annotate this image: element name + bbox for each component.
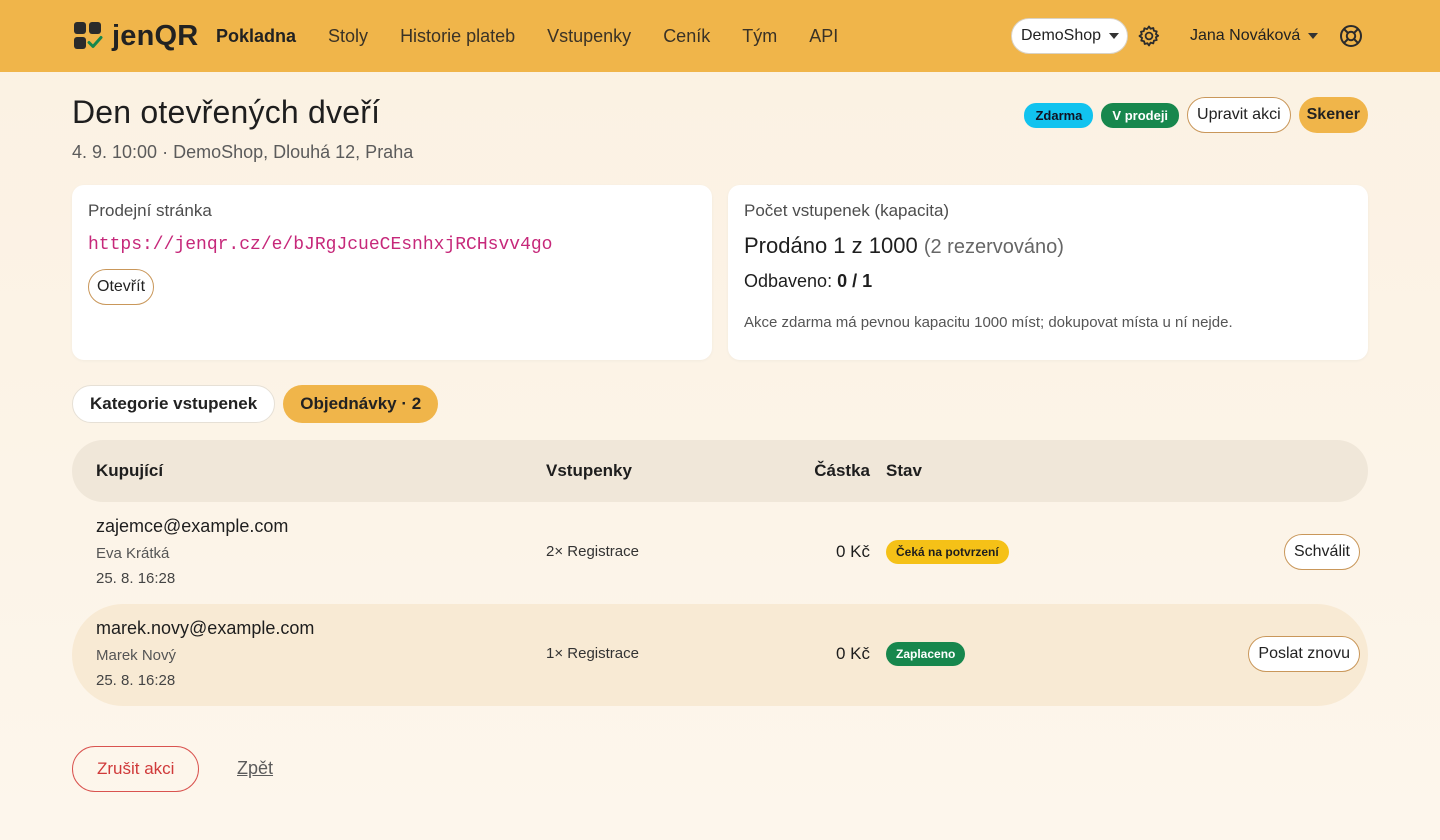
buyer-cell: marek.novy@example.com Marek Nový 25. 8.…	[96, 618, 314, 689]
status-cell: Čeká na potvrzení	[886, 540, 1009, 564]
cancel-event-button[interactable]: Zrušit akci	[72, 746, 200, 792]
brand-name: jenQR	[112, 19, 199, 52]
column-header-buyer: Kupující	[96, 461, 164, 480]
qr-check-logo-icon	[74, 22, 103, 50]
nav-link-api[interactable]: API	[809, 26, 838, 47]
back-link[interactable]: Zpět	[237, 758, 273, 779]
nav-link-tym[interactable]: Tým	[742, 26, 777, 47]
column-header-tickets: Vstupenky	[546, 461, 632, 480]
status-cell: Zaplaceno	[886, 642, 966, 666]
user-name: Jana Nováková	[1190, 27, 1301, 44]
amount-cell: 0 Kč	[835, 542, 870, 561]
checked-value: 0 / 1	[837, 271, 873, 291]
brand-link[interactable]: jenQR	[74, 20, 198, 52]
buyer-cell: zajemce@example.com Eva Krátká 25. 8. 16…	[96, 516, 288, 587]
sale-page-label: Prodejní stránka	[88, 201, 212, 220]
approve-button[interactable]: Schválit	[1283, 534, 1360, 570]
table-header: Kupující Vstupenky Částka Stav	[72, 440, 1368, 502]
badge-on-sale: V prodeji	[1101, 102, 1180, 128]
tickets-cell: 1× Registrace	[546, 645, 639, 662]
shop-selector[interactable]: DemoShop	[1011, 18, 1128, 54]
nav-link-cenik[interactable]: Ceník	[663, 26, 710, 47]
sale-page-card: Prodejní stránka https://jenqr.cz/e/bJRg…	[72, 185, 712, 360]
column-header-amount: Částka	[814, 461, 870, 480]
page-title: Den otevřených dveří	[72, 94, 381, 130]
column-header-status: Stav	[886, 461, 922, 480]
order-date: 25. 8. 16:28	[96, 672, 176, 689]
lifebuoy-icon[interactable]	[1339, 24, 1363, 48]
gear-icon[interactable]	[1137, 24, 1161, 48]
event-subtitle: 4. 9. 10:00 · DemoShop, Dlouhá 12, Praha	[72, 142, 414, 162]
sale-page-url: https://jenqr.cz/e/bJRgJcueCEsnhxjRCHsvv…	[88, 235, 553, 255]
edit-event-button[interactable]: Upravit akci	[1187, 97, 1291, 133]
checked-label: Odbaveno:	[744, 271, 833, 291]
resend-button[interactable]: Poslat znovu	[1248, 636, 1360, 672]
capacity-card: Počet vstupenek (kapacita) Prodáno 1 z 1…	[728, 185, 1368, 360]
nav-link-pokladna[interactable]: Pokladna	[216, 26, 296, 47]
table-row: marek.novy@example.com Marek Nový 25. 8.…	[72, 604, 1368, 706]
nav-link-historie-plateb[interactable]: Historie plateb	[400, 26, 515, 47]
buyer-email: marek.novy@example.com	[96, 618, 315, 638]
amount-cell: 0 Kč	[835, 644, 870, 663]
orders-table: Kupující Vstupenky Částka Stav zajemce@e…	[72, 440, 1368, 706]
event-tabs: Kategorie vstupenek Objednávky · 2	[72, 385, 439, 423]
caret-down-icon	[1109, 33, 1120, 39]
status-badge: Zaplaceno	[886, 642, 966, 666]
capacity-label: Počet vstupenek (kapacita)	[744, 201, 950, 220]
table-row: zajemce@example.com Eva Krátká 25. 8. 16…	[72, 502, 1368, 604]
sold-count: Prodáno 1 z 1000 (2 rezervováno)	[744, 233, 1352, 259]
main-nav: Pokladna Stoly Historie plateb Vstupenky…	[216, 0, 838, 72]
buyer-name: Eva Krátká	[96, 545, 170, 562]
nav-link-vstupenky[interactable]: Vstupenky	[547, 26, 631, 47]
badge-free: Zdarma	[1024, 102, 1094, 128]
tickets-cell: 2× Registrace	[546, 543, 639, 560]
top-navbar: jenQR Pokladna Stoly Historie plateb Vst…	[0, 0, 1440, 72]
action-cell: Poslat znovu	[1248, 636, 1360, 672]
buyer-email: zajemce@example.com	[96, 516, 289, 536]
shop-selector-label: DemoShop	[1021, 27, 1102, 44]
scanner-button[interactable]: Skener	[1298, 97, 1368, 133]
capacity-note: Akce zdarma má pevnou kapacitu 1000 míst…	[744, 314, 1233, 331]
buyer-name: Marek Nový	[96, 647, 177, 664]
order-date: 25. 8. 16:28	[96, 570, 176, 587]
checked-in: Odbaveno: 0 / 1	[744, 271, 1352, 292]
tab-ticket-categories[interactable]: Kategorie vstupenek	[72, 385, 276, 423]
event-header-actions: Zdarma V prodeji Upravit akci Skener	[1024, 97, 1368, 133]
sold-text: Prodáno 1 z 1000	[744, 233, 918, 258]
nav-link-stoly[interactable]: Stoly	[328, 26, 368, 47]
tab-orders[interactable]: Objednávky · 2	[283, 385, 439, 423]
reserved-text: (2 rezervováno)	[923, 236, 1064, 258]
status-badge: Čeká na potvrzení	[886, 540, 1009, 564]
action-cell: Schválit	[1283, 534, 1360, 570]
caret-down-icon	[1308, 33, 1319, 39]
open-sale-page-button[interactable]: Otevřít	[88, 269, 155, 305]
user-menu[interactable]: Jana Nováková	[1190, 24, 1319, 48]
